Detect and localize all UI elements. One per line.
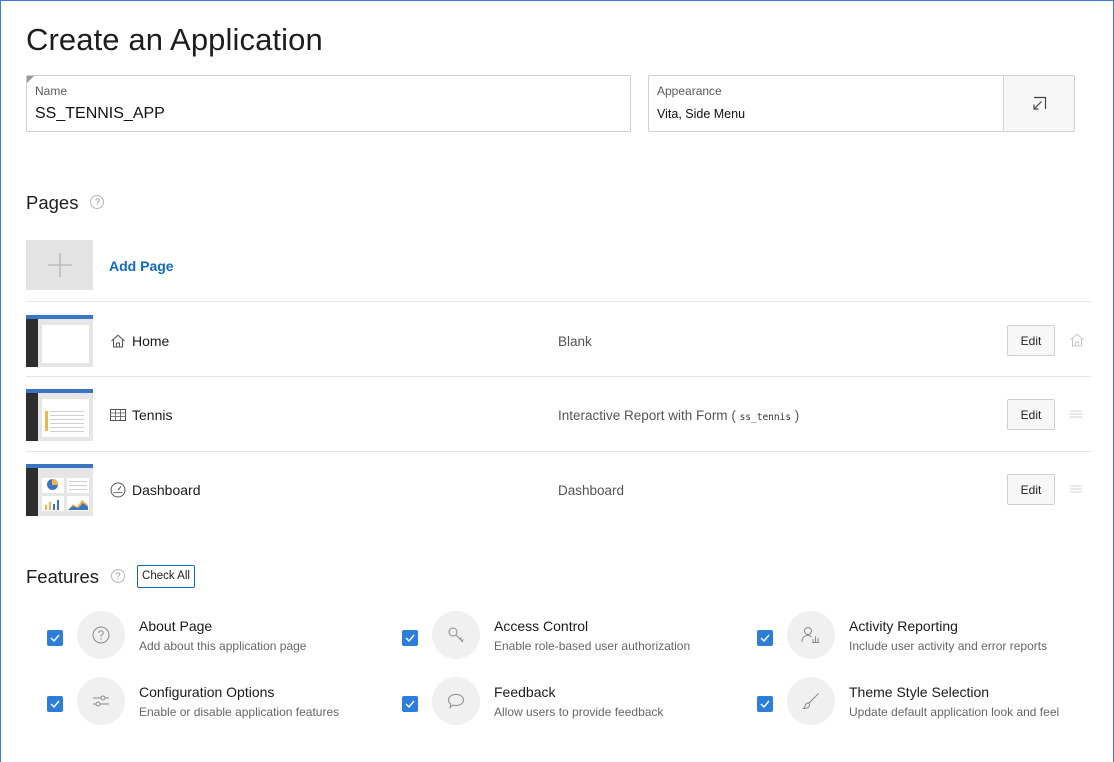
checkmark-icon xyxy=(405,700,415,708)
home-page-marker xyxy=(1069,333,1085,352)
edit-page-button-dashboard[interactable]: Edit xyxy=(1007,474,1055,505)
pages-title-text: Pages xyxy=(26,192,79,213)
sliders-icon xyxy=(93,695,109,707)
page-row-home: Home Blank Edit xyxy=(26,315,1091,367)
checkmark-icon xyxy=(405,634,415,642)
source-table-name: ss_tennis xyxy=(739,412,792,423)
feature-access-control[interactable]: Access Control Enable role-based user au… xyxy=(402,611,742,663)
feature-feedback[interactable]: Feedback Allow users to provide feedback xyxy=(402,677,742,729)
row-divider xyxy=(26,376,1091,377)
name-field-value[interactable]: SS_TENNIS_APP xyxy=(35,105,165,123)
feature-theme-style-selection[interactable]: Theme Style Selection Update default app… xyxy=(757,677,1097,729)
feature-checkbox[interactable] xyxy=(47,630,63,646)
feature-checkbox[interactable] xyxy=(47,696,63,712)
page-row-name: Dashboard xyxy=(110,482,201,498)
features-help-icon[interactable]: ? xyxy=(111,569,126,584)
home-icon xyxy=(111,334,125,348)
feature-description: Add about this application page xyxy=(139,639,307,653)
drag-handle[interactable] xyxy=(1069,407,1083,425)
question-icon xyxy=(92,626,110,644)
name-field[interactable]: Name SS_TENNIS_APP xyxy=(26,75,631,132)
page-thumbnail-dashboard xyxy=(26,464,93,516)
feature-description: Allow users to provide feedback xyxy=(494,705,664,719)
feature-title: About Page xyxy=(139,618,213,634)
feature-title: Feedback xyxy=(494,684,556,700)
feature-configuration-options[interactable]: Configuration Options Enable or disable … xyxy=(47,677,387,729)
user-chart-icon xyxy=(801,627,820,643)
page-row-type: Blank xyxy=(558,334,592,349)
feature-icon-badge xyxy=(787,677,835,725)
page-thumbnail-blank xyxy=(26,315,93,367)
edit-page-button-home[interactable]: Edit xyxy=(1007,325,1055,356)
feature-icon-badge xyxy=(787,611,835,659)
home-icon xyxy=(1070,333,1084,347)
features-title-text: Features xyxy=(26,566,100,587)
add-page-link[interactable]: Add Page xyxy=(109,258,174,274)
feature-checkbox[interactable] xyxy=(757,696,773,712)
feature-title: Configuration Options xyxy=(139,684,275,700)
pages-help-icon[interactable]: ? xyxy=(90,195,105,210)
feature-icon-badge xyxy=(432,611,480,659)
drag-handle-icon xyxy=(1070,485,1082,493)
page-thumbnail-report xyxy=(26,389,93,441)
feature-checkbox[interactable] xyxy=(402,630,418,646)
page-row-dashboard: Dashboard Dashboard Edit xyxy=(26,464,1091,516)
appearance-field-label: Appearance xyxy=(657,84,722,98)
page-title: Create an Application xyxy=(26,22,323,57)
checkmark-icon xyxy=(50,700,60,708)
table-icon xyxy=(110,409,126,421)
key-icon xyxy=(448,627,464,643)
add-page-tile[interactable] xyxy=(26,240,93,290)
feature-activity-reporting[interactable]: Activity Reporting Include user activity… xyxy=(757,611,1097,663)
gauge-icon xyxy=(110,482,126,498)
external-select-icon xyxy=(1033,96,1047,110)
page-row-tennis: Tennis Interactive Report with Form ( ss… xyxy=(26,389,1091,441)
checkmark-icon xyxy=(760,634,770,642)
feature-description: Include user activity and error reports xyxy=(849,639,1048,653)
name-field-label: Name xyxy=(35,84,68,98)
pages-section-title: Pages? xyxy=(26,192,105,214)
drag-handle[interactable] xyxy=(1069,482,1083,500)
page-row-type: Dashboard xyxy=(558,483,625,498)
plus-icon xyxy=(47,253,72,277)
feature-description: Update default application look and feel xyxy=(849,705,1060,719)
appearance-field[interactable]: Appearance Vita, Side Menu xyxy=(648,75,1075,132)
row-divider xyxy=(26,451,1091,452)
drag-handle-icon xyxy=(1070,410,1082,418)
feature-icon-badge xyxy=(77,677,125,725)
feature-checkbox[interactable] xyxy=(402,696,418,712)
appearance-field-value: Vita, Side Menu xyxy=(657,107,746,121)
speech-bubble-icon xyxy=(447,693,465,709)
brush-icon xyxy=(802,693,819,710)
row-divider xyxy=(26,301,1091,302)
feature-icon-badge xyxy=(432,677,480,725)
checkmark-icon xyxy=(50,634,60,642)
feature-title: Access Control xyxy=(494,618,589,634)
feature-checkbox[interactable] xyxy=(757,630,773,646)
feature-description: Enable or disable application features xyxy=(139,705,340,719)
edit-page-button-tennis[interactable]: Edit xyxy=(1007,399,1055,430)
appearance-select-button[interactable] xyxy=(1003,76,1074,131)
page-row-type: Interactive Report with Form ( ss_tennis… xyxy=(558,408,800,423)
page-row-name: Home xyxy=(110,333,169,349)
feature-title: Activity Reporting xyxy=(849,618,958,634)
features-section-title: Features? Check All xyxy=(26,564,195,590)
feature-icon-badge xyxy=(77,611,125,659)
check-all-button[interactable]: Check All xyxy=(137,564,195,588)
feature-description: Enable role-based user authorization xyxy=(494,639,691,653)
checkmark-icon xyxy=(760,700,770,708)
feature-title: Theme Style Selection xyxy=(849,684,990,700)
feature-about-page[interactable]: About Page Add about this application pa… xyxy=(47,611,387,663)
page-row-name: Tennis xyxy=(110,407,172,423)
